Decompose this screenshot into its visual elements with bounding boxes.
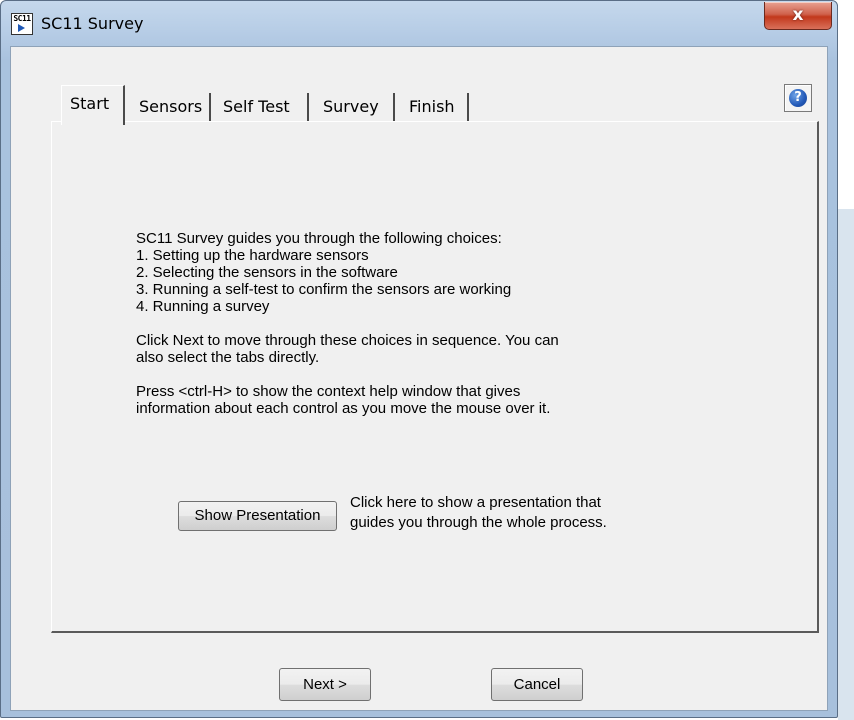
close-button[interactable]: x xyxy=(764,2,832,30)
presentation-hint-line2: guides you through the whole process. xyxy=(350,514,607,531)
tab-self-test[interactable]: Self Test xyxy=(211,93,309,121)
help-hint-line2: information about each control as you mo… xyxy=(136,400,551,417)
app-icon-text: SC11 xyxy=(13,14,31,23)
window-client-area: Start Sensors Self Test Survey Finish ? … xyxy=(10,46,828,711)
step-item: 1. Setting up the hardware sensors xyxy=(136,247,369,264)
help-icon: ? xyxy=(789,89,807,107)
next-button[interactable]: Next > xyxy=(279,668,371,701)
show-presentation-button[interactable]: Show Presentation xyxy=(178,501,337,531)
step-item: 3. Running a self-test to confirm the se… xyxy=(136,281,512,298)
play-icon xyxy=(18,24,25,32)
tab-sensors[interactable]: Sensors xyxy=(127,93,211,121)
help-button[interactable]: ? xyxy=(784,84,812,112)
desktop-background xyxy=(838,0,854,720)
cancel-button[interactable]: Cancel xyxy=(491,668,583,701)
tab-finish[interactable]: Finish xyxy=(395,93,469,121)
close-icon: x xyxy=(792,5,804,25)
next-hint-line2: also select the tabs directly. xyxy=(136,349,320,366)
presentation-hint: Click here to show a presentation that g… xyxy=(350,493,680,533)
title-bar[interactable]: SC11 SC11 Survey x xyxy=(1,1,837,37)
next-hint-line1: Click Next to move through these choices… xyxy=(136,332,559,349)
app-icon: SC11 xyxy=(11,13,33,35)
step-item: 4. Running a survey xyxy=(136,298,270,315)
instructions-text: SC11 Survey guides you through the follo… xyxy=(136,230,656,417)
intro-line: SC11 Survey guides you through the follo… xyxy=(136,230,502,247)
presentation-hint-line1: Click here to show a presentation that xyxy=(350,494,601,511)
button-bar: Next > Cancel xyxy=(11,657,827,712)
survey-window: SC11 SC11 Survey x Start Sensors Self Te… xyxy=(0,0,838,718)
step-item: 2. Selecting the sensors in the software xyxy=(136,264,398,281)
tab-survey[interactable]: Survey xyxy=(309,93,395,121)
tab-start[interactable]: Start xyxy=(61,85,125,125)
help-hint-line1: Press <ctrl-H> to show the context help … xyxy=(136,383,521,400)
window-title: SC11 Survey xyxy=(41,14,144,33)
